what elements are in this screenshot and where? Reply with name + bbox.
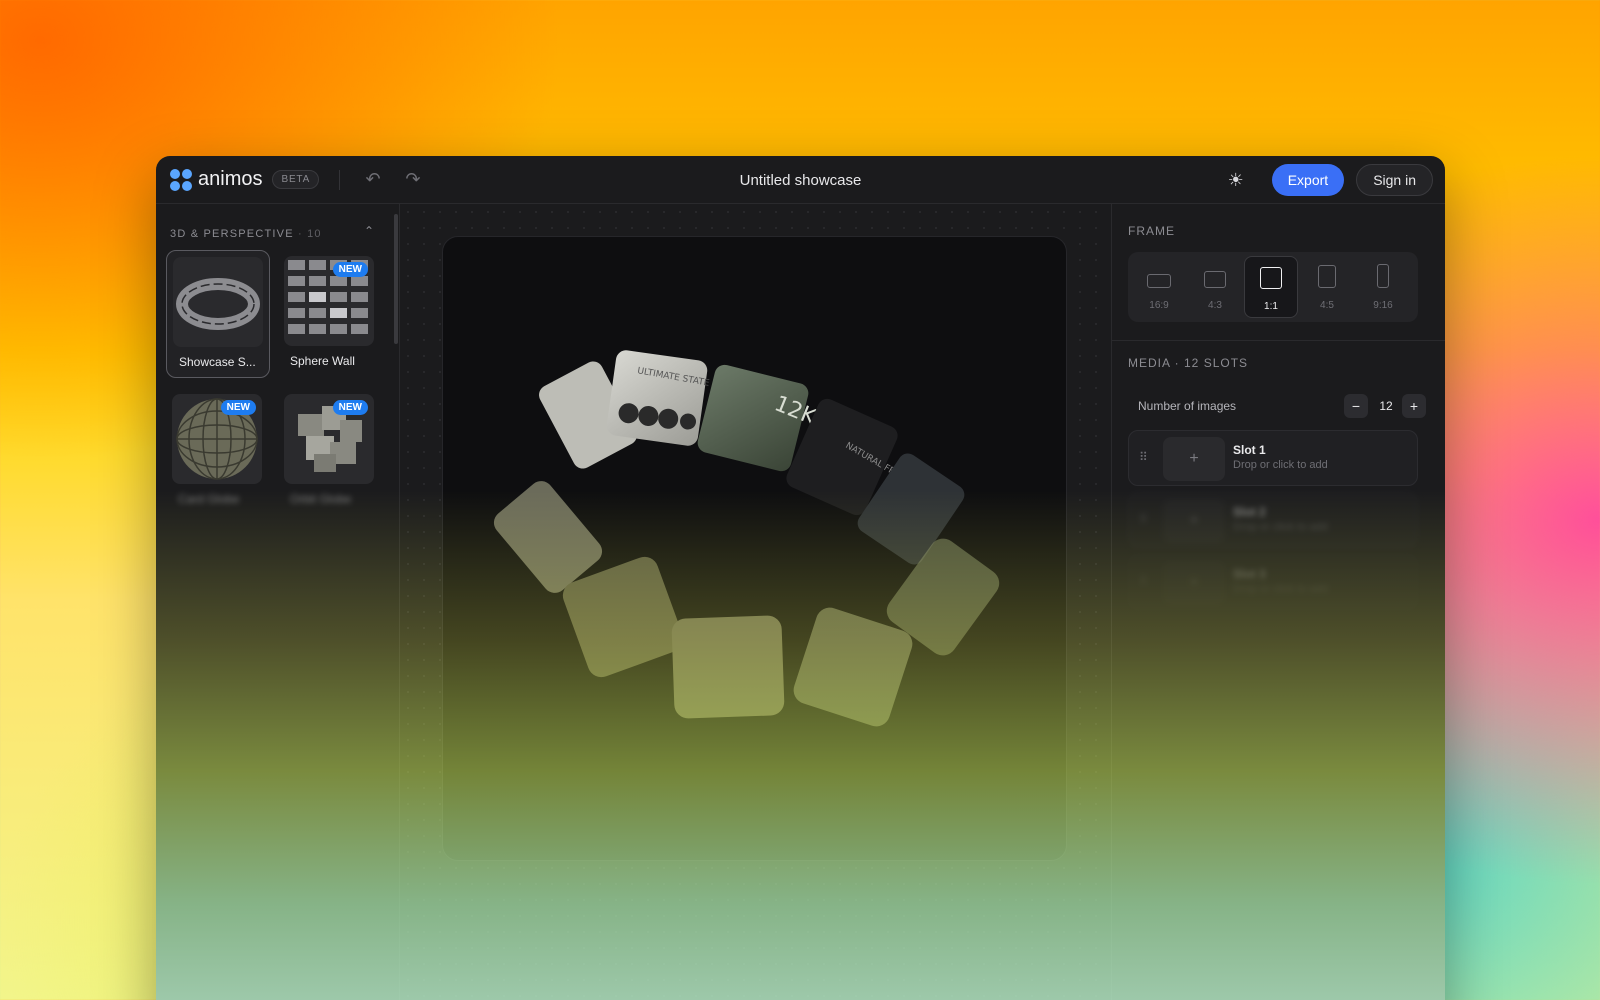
logo-icon <box>170 168 192 191</box>
section-header[interactable]: 3D & PERSPECTIVE · 10 <box>170 228 322 240</box>
frame-section-title: FRAME <box>1128 224 1175 238</box>
properties-panel: FRAME 16:9 4:3 1:1 4:5 9:16 MEDIA · 12 S… <box>1111 204 1445 1000</box>
template-label: Orbit Globe <box>290 492 352 506</box>
add-media-icon[interactable]: + <box>1163 561 1225 605</box>
image-count-control: Number of images − 12 + <box>1138 392 1426 420</box>
slot-subtitle: Drop or click to add <box>1233 521 1328 533</box>
ratio-shape-icon <box>1147 274 1171 288</box>
ratio-16-9[interactable]: 16:9 <box>1132 256 1186 318</box>
template-label: Sphere Wall <box>290 354 355 368</box>
slot-subtitle: Drop or click to add <box>1233 583 1328 595</box>
template-label: Showcase S... <box>179 355 256 369</box>
ratio-4-3[interactable]: 4:3 <box>1188 256 1242 318</box>
ratio-shape-icon <box>1260 267 1282 289</box>
ring-card: ULTIMATE STATE <box>606 350 710 446</box>
ratio-4-5[interactable]: 4:5 <box>1300 256 1354 318</box>
template-thumbnail <box>173 257 263 347</box>
drag-handle-icon[interactable]: ⠿ <box>1139 512 1148 526</box>
ratio-label: 16:9 <box>1149 300 1169 311</box>
aspect-ratio-selector: 16:9 4:3 1:1 4:5 9:16 <box>1128 252 1418 322</box>
slot-title: Slot 2 <box>1233 505 1266 519</box>
template-showcase[interactable]: Showcase S... <box>166 250 270 378</box>
increment-button[interactable]: + <box>1402 394 1426 418</box>
sign-in-button[interactable]: Sign in <box>1356 164 1433 196</box>
export-button[interactable]: Export <box>1271 164 1345 196</box>
image-count-value[interactable]: 12 <box>1376 399 1396 413</box>
slot-subtitle: Drop or click to add <box>1233 459 1328 471</box>
template-sphere-wall[interactable]: NEW Sphere Wall <box>278 250 382 378</box>
template-sidebar: 3D & PERSPECTIVE · 10 ⌃ Showcase S... NE… <box>156 204 400 1000</box>
template-thumbnail: NEW <box>172 394 262 484</box>
slot-title: Slot 3 <box>1233 567 1266 581</box>
ratio-label: 1:1 <box>1264 301 1278 312</box>
top-bar: animos BETA ↶ ↷ Untitled showcase ☀ Expo… <box>156 156 1445 204</box>
theme-toggle-icon[interactable]: ☀ <box>1228 170 1244 191</box>
ratio-9-16[interactable]: 9:16 <box>1356 256 1410 318</box>
media-section-title: MEDIA · 12 SLOTS <box>1128 356 1249 370</box>
collapse-chevron-icon[interactable]: ⌃ <box>364 224 374 238</box>
ratio-label: 4:5 <box>1320 300 1334 311</box>
slot-title: Slot 1 <box>1233 443 1266 457</box>
ratio-label: 9:16 <box>1373 300 1393 311</box>
beta-badge: BETA <box>272 170 320 189</box>
new-badge: NEW <box>332 262 368 277</box>
document-title[interactable]: Untitled showcase <box>740 172 862 189</box>
ratio-1-1[interactable]: 1:1 <box>1244 256 1298 318</box>
logo[interactable]: animos <box>170 168 262 191</box>
decrement-button[interactable]: − <box>1344 394 1368 418</box>
section-count: · 10 <box>298 228 322 240</box>
preview-stage[interactable]: ULTIMATE STATE 12K NATURAL FRESH <box>442 236 1067 861</box>
app-window: animos BETA ↶ ↷ Untitled showcase ☀ Expo… <box>156 156 1445 1000</box>
media-slot[interactable]: ⠿ + Slot 3 Drop or click to add <box>1128 554 1418 610</box>
drag-handle-icon[interactable]: ⠿ <box>1139 574 1148 588</box>
template-orbit-globe[interactable]: NEW Orbit Globe <box>278 388 382 516</box>
add-media-icon[interactable]: + <box>1163 437 1225 481</box>
template-label: Card Globe <box>178 492 240 506</box>
sidebar-scrollbar[interactable] <box>394 214 398 344</box>
toolbar-divider <box>339 169 341 190</box>
image-count-label: Number of images <box>1138 399 1237 413</box>
section-title: 3D & PERSPECTIVE <box>170 228 294 240</box>
redo-icon[interactable]: ↷ <box>402 169 424 190</box>
app-name: animos <box>198 168 263 190</box>
panel-divider <box>1112 340 1445 341</box>
media-slot[interactable]: ⠿ + Slot 1 Drop or click to add <box>1128 430 1418 486</box>
ratio-shape-icon <box>1377 264 1389 288</box>
add-media-icon[interactable]: + <box>1163 499 1225 543</box>
showcase-ring-preview: ULTIMATE STATE 12K NATURAL FRESH <box>493 350 1000 727</box>
template-card-globe[interactable]: NEW Card Globe <box>166 388 270 516</box>
ratio-shape-icon <box>1318 265 1336 288</box>
template-thumbnail: NEW <box>284 394 374 484</box>
canvas-area[interactable]: ULTIMATE STATE 12K NATURAL FRESH <box>400 204 1111 1000</box>
new-badge: NEW <box>220 400 256 415</box>
drag-handle-icon[interactable]: ⠿ <box>1139 450 1148 464</box>
undo-icon[interactable]: ↶ <box>362 169 384 190</box>
ratio-label: 4:3 <box>1208 300 1222 311</box>
ratio-shape-icon <box>1204 271 1226 288</box>
new-badge: NEW <box>332 400 368 415</box>
template-thumbnail: NEW <box>284 256 374 346</box>
media-slot[interactable]: ⠿ + Slot 2 Drop or click to add <box>1128 492 1418 548</box>
